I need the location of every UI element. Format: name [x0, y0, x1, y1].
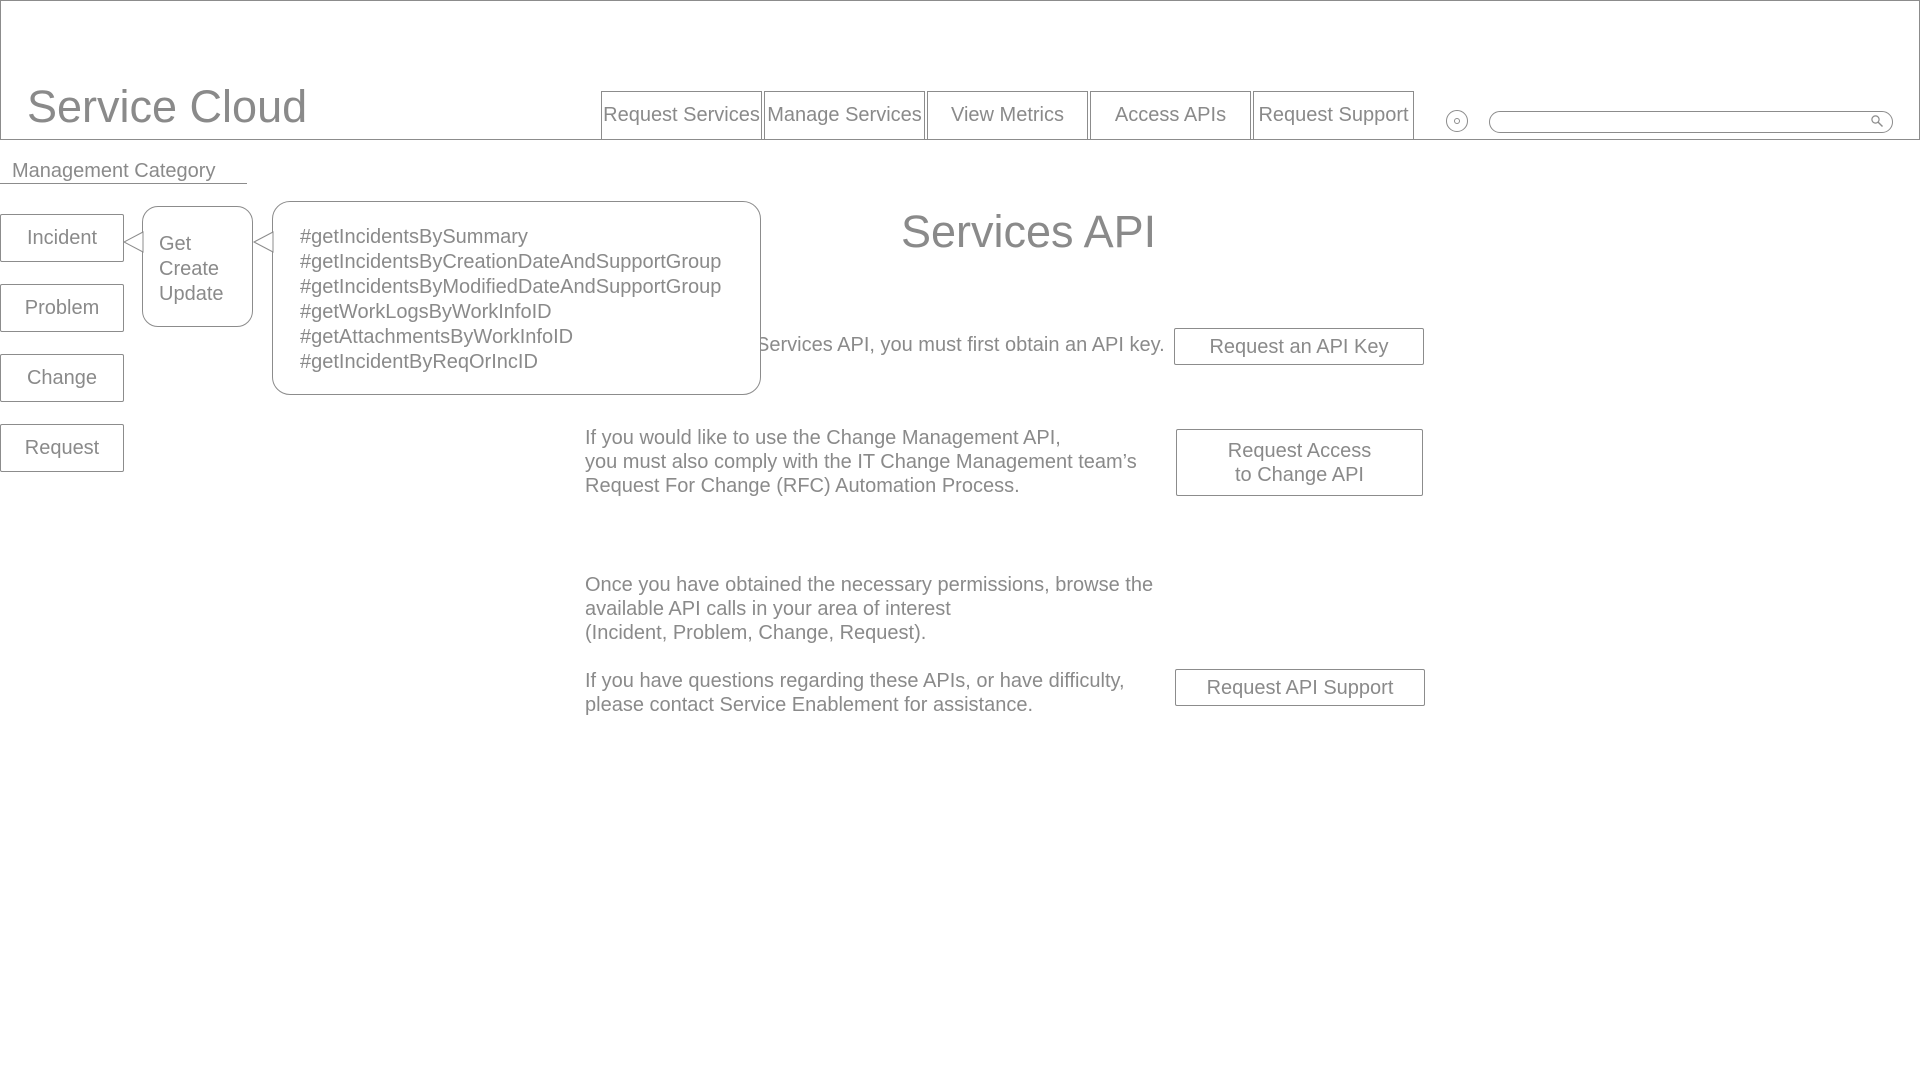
category-change-button[interactable]: Change [0, 354, 124, 402]
api-method-item[interactable]: #getAttachmentsByWorkInfoID [300, 325, 760, 350]
management-category-heading: Management Category [12, 160, 216, 182]
api-method-item[interactable]: #getIncidentByReqOrIncID [300, 350, 760, 375]
category-divider [0, 183, 247, 184]
api-key-intro-text: Services API, you must first obtain an A… [756, 334, 1165, 356]
page-title: Services API [901, 206, 1157, 257]
category-problem-button[interactable]: Problem [0, 284, 124, 332]
tab-request-services[interactable]: Request Services [601, 91, 762, 139]
request-api-key-button[interactable]: Request an API Key [1174, 328, 1424, 365]
tab-request-support[interactable]: Request Support [1253, 91, 1414, 139]
request-api-support-button[interactable]: Request API Support [1175, 669, 1425, 706]
search-input[interactable] [1489, 111, 1893, 133]
top-header: Service Cloud Request Services Manage Se… [0, 0, 1920, 140]
operations-callout-pointer [122, 231, 144, 253]
operation-get[interactable]: Get [159, 232, 252, 257]
category-incident-button[interactable]: Incident [0, 214, 124, 262]
paragraph-line: If you would like to use the Change Mana… [585, 427, 1061, 449]
tab-view-metrics[interactable]: View Metrics [927, 91, 1088, 139]
paragraph-line: please contact Service Enablement for as… [585, 694, 1034, 716]
request-api-key-label: Request an API Key [1209, 335, 1389, 358]
operations-callout: Get Create Update [142, 206, 253, 327]
category-request-button[interactable]: Request [0, 424, 124, 472]
paragraph-line: you must also comply with the IT Change … [585, 451, 1137, 473]
search-icon[interactable] [1870, 114, 1884, 128]
request-change-api-access-label-line2: to Change API [1235, 463, 1364, 486]
methods-callout-pointer [252, 231, 274, 253]
operation-create[interactable]: Create [159, 257, 252, 282]
paragraph-line: If you have questions regarding these AP… [585, 670, 1125, 692]
api-methods-callout: #getIncidentsBySummary #getIncidentsByCr… [272, 201, 761, 395]
request-change-api-access-button[interactable]: Request Access to Change API [1176, 429, 1423, 496]
app-title: Service Cloud [27, 81, 308, 132]
paragraph-line: Once you have obtained the necessary per… [585, 574, 1154, 596]
change-management-paragraph: If you would like to use the Change Mana… [585, 426, 1137, 498]
paragraph-line: Request For Change (RFC) Automation Proc… [585, 475, 1020, 497]
paragraph-line: available API calls in your area of inte… [585, 598, 951, 620]
request-api-support-label: Request API Support [1206, 676, 1394, 699]
api-method-item[interactable]: #getIncidentsByModifiedDateAndSupportGro… [300, 275, 760, 300]
operation-update[interactable]: Update [159, 282, 252, 307]
api-method-item[interactable]: #getIncidentsByCreationDateAndSupportGro… [300, 250, 760, 275]
tab-access-apis[interactable]: Access APIs [1090, 91, 1251, 139]
support-paragraph: If you have questions regarding these AP… [585, 669, 1125, 717]
tab-manage-services[interactable]: Manage Services [764, 91, 925, 139]
settings-icon[interactable] [1446, 110, 1468, 132]
paragraph-line: (Incident, Problem, Change, Request). [585, 622, 927, 644]
browse-api-paragraph: Once you have obtained the necessary per… [585, 573, 1153, 645]
api-method-item[interactable]: #getIncidentsBySummary [300, 225, 760, 250]
request-change-api-access-label-line1: Request Access [1227, 439, 1372, 462]
api-method-item[interactable]: #getWorkLogsByWorkInfoID [300, 300, 760, 325]
